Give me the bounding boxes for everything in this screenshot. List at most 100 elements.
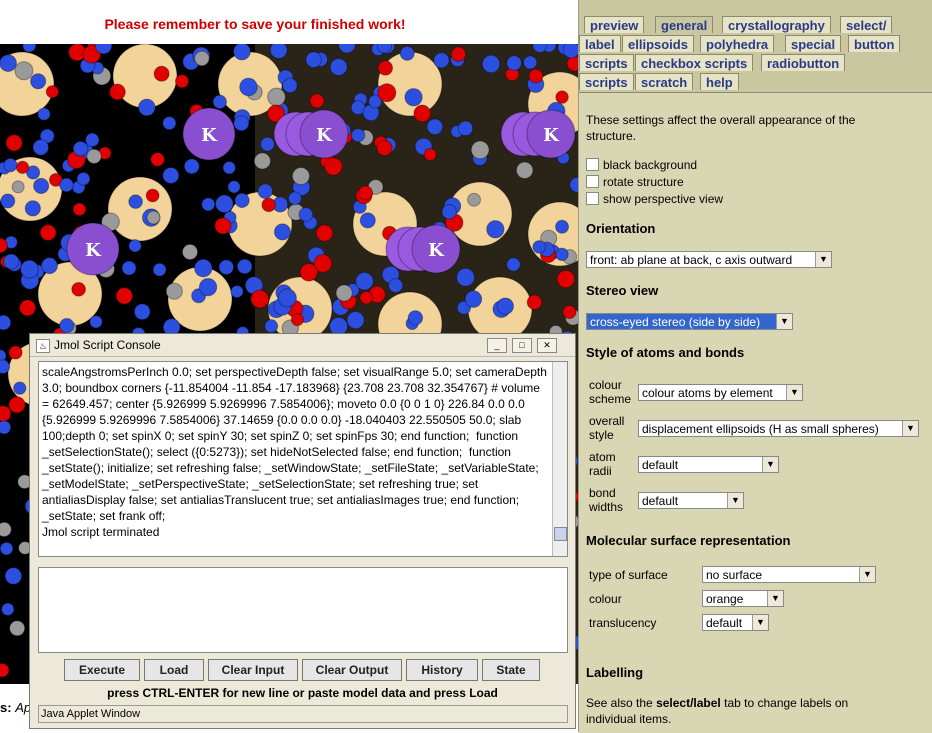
chevron-down-icon[interactable]: ▼ — [762, 457, 778, 472]
small-atom — [355, 271, 374, 291]
small-atom — [359, 212, 376, 229]
console-input[interactable] — [38, 567, 568, 653]
overall-style-select[interactable]: displacement ellipsoids (H as small sphe… — [638, 420, 919, 437]
small-atom — [128, 239, 142, 253]
orientation-heading: Orientation — [586, 221, 656, 236]
small-atom — [555, 219, 570, 234]
tab-preview[interactable]: preview — [584, 16, 645, 33]
colour-scheme-select[interactable]: colour atoms by element ▼ — [638, 384, 803, 401]
black-background-checkbox[interactable]: black background — [586, 157, 697, 173]
clear-input-button[interactable]: Clear Input — [208, 659, 298, 681]
small-atom — [4, 567, 23, 585]
tab-scratch[interactable]: scratch — [635, 73, 694, 90]
small-atom — [33, 177, 50, 194]
small-atom — [288, 191, 302, 206]
scrollbar-thumb[interactable] — [554, 527, 567, 541]
tab-general[interactable]: general — [655, 16, 714, 33]
chevron-down-icon[interactable]: ▼ — [776, 314, 792, 329]
small-atom — [162, 116, 177, 131]
small-atom — [13, 381, 27, 395]
tab-button-scripts-cont[interactable]: scripts — [579, 54, 634, 71]
small-atom — [194, 258, 213, 278]
small-atom — [1, 602, 15, 616]
small-atom — [282, 77, 298, 94]
small-atom — [399, 45, 415, 61]
potassium-label: K — [316, 125, 333, 146]
tab-select-label-cont[interactable]: label — [579, 35, 621, 52]
applet-status-bar: Java Applet Window — [38, 705, 568, 723]
small-atom — [496, 297, 514, 315]
chevron-down-icon[interactable]: ▼ — [752, 615, 768, 630]
style-heading: Style of atoms and bonds — [586, 345, 745, 360]
small-atom — [72, 202, 87, 217]
small-atom — [486, 220, 505, 239]
surface-type-select[interactable]: no surface ▼ — [702, 566, 876, 583]
translucency-select[interactable]: default ▼ — [702, 614, 769, 631]
atom-radii-select[interactable]: default ▼ — [638, 456, 779, 473]
small-atom — [456, 267, 476, 287]
small-atom — [76, 171, 91, 186]
labelling-heading: Labelling — [586, 665, 644, 680]
stereo-value: cross-eyed stereo (side by side) — [590, 315, 761, 329]
small-atom — [8, 345, 23, 360]
history-button[interactable]: History — [406, 659, 478, 681]
maximize-icon[interactable]: □ — [512, 338, 532, 353]
small-atom — [59, 177, 74, 193]
clear-output-button[interactable]: Clear Output — [302, 659, 402, 681]
load-button[interactable]: Load — [144, 659, 204, 681]
checkbox-box[interactable] — [586, 192, 599, 205]
close-icon[interactable]: ✕ — [537, 338, 557, 353]
small-atom — [377, 60, 394, 76]
small-atom — [121, 260, 137, 276]
minimize-icon[interactable]: _ — [487, 338, 507, 353]
small-atom — [3, 157, 18, 173]
state-button[interactable]: State — [482, 659, 540, 681]
small-atom — [298, 207, 314, 222]
tab-select-label[interactable]: select/ — [840, 16, 893, 33]
chevron-down-icon[interactable]: ▼ — [767, 591, 783, 606]
checkbox-box[interactable] — [586, 175, 599, 188]
checkbox-box[interactable] — [586, 158, 599, 171]
tab-button-scripts[interactable]: button — [848, 35, 901, 52]
chevron-down-icon[interactable]: ▼ — [902, 421, 918, 436]
small-atom — [174, 74, 190, 89]
rotate-structure-checkbox[interactable]: rotate structure — [586, 174, 684, 190]
bond-widths-label: bond widths — [589, 486, 624, 514]
small-atom — [0, 541, 14, 556]
tab-radiobutton-scripts-cont[interactable]: scripts — [579, 73, 634, 90]
execute-button[interactable]: Execute — [64, 659, 140, 681]
small-atom — [470, 140, 490, 160]
small-atom — [277, 288, 297, 308]
tab-crystallography[interactable]: crystallography — [722, 16, 831, 33]
small-atom — [377, 83, 397, 103]
small-atom — [183, 158, 200, 175]
small-atom — [0, 420, 12, 435]
small-atom — [138, 98, 156, 117]
console-output[interactable]: scaleAngstromsPerInch 0.0; set perspecti… — [38, 361, 568, 557]
tab-radiobutton-scripts[interactable]: radiobutton — [761, 54, 846, 71]
chevron-down-icon[interactable]: ▼ — [786, 385, 802, 400]
small-atom — [32, 139, 50, 156]
perspective-view-checkbox[interactable]: show perspective view — [586, 191, 723, 207]
surface-heading: Molecular surface representation — [586, 533, 791, 548]
stereo-select[interactable]: cross-eyed stereo (side by side) ▼ — [586, 313, 793, 330]
chevron-down-icon[interactable]: ▼ — [815, 252, 831, 267]
small-atom — [324, 157, 343, 176]
small-atom — [299, 263, 319, 282]
tab-special[interactable]: special — [785, 35, 842, 52]
console-titlebar[interactable]: ♨ Jmol Script Console _ □ ✕ — [30, 334, 575, 357]
tab-help[interactable]: help — [700, 73, 739, 90]
save-reminder-text: Please remember to save your finished wo… — [104, 16, 406, 32]
console-output-text: scaleAngstromsPerInch 0.0; set perspecti… — [42, 365, 547, 539]
chevron-down-icon[interactable]: ▼ — [859, 567, 875, 582]
tab-polyhedra[interactable]: polyhedra — [700, 35, 775, 52]
small-atom — [212, 94, 227, 110]
java-cup-icon: ♨ — [36, 339, 50, 353]
orientation-select[interactable]: front: ab plane at back, c axis outward ▼ — [586, 251, 832, 268]
tab-checkbox-scripts[interactable]: checkbox scripts — [635, 54, 754, 71]
output-scrollbar[interactable] — [552, 362, 567, 556]
tab-ellipsoids[interactable]: ellipsoids — [622, 35, 694, 52]
bond-widths-select[interactable]: default ▼ — [638, 492, 744, 509]
surface-colour-select[interactable]: orange ▼ — [702, 590, 784, 607]
chevron-down-icon[interactable]: ▼ — [727, 493, 743, 508]
